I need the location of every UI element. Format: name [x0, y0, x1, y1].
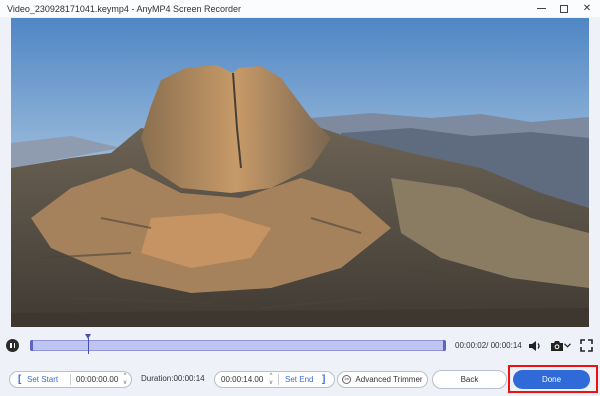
window-title: Video_230928171041.keymp4 - AnyMP4 Scree… — [7, 3, 241, 14]
playhead[interactable] — [85, 334, 92, 354]
app-window: Video_230928171041.keymp4 - AnyMP4 Scree… — [0, 0, 600, 396]
back-button[interactable]: Back — [432, 370, 507, 389]
stepper-down-icon[interactable]: v — [124, 380, 127, 386]
snapshot-button[interactable] — [549, 338, 571, 353]
minimize-icon — [536, 8, 546, 9]
fullscreen-icon — [580, 339, 593, 352]
advanced-trimmer-label: Advanced Trimmer — [355, 375, 423, 384]
close-button[interactable]: ✕ — [576, 0, 598, 17]
end-time-stepper[interactable]: ^ v — [267, 373, 275, 386]
camera-icon — [550, 340, 563, 351]
trim-end-handle[interactable] — [443, 340, 446, 351]
maximize-icon — [560, 4, 568, 13]
duration-label: Duration:00:00:14 — [141, 374, 205, 383]
pause-icon — [10, 343, 12, 348]
trim-end-group: 00:00:14.00 ^ v Set End ] — [214, 371, 335, 388]
advanced-trimmer-button[interactable]: ✂ Advanced Trimmer — [337, 371, 428, 388]
timeline-track[interactable] — [30, 340, 446, 351]
end-time-input[interactable]: 00:00:14.00 — [221, 375, 263, 384]
timecode: 00:00:02/ 00:00:14 — [455, 341, 522, 350]
stepper-down-icon[interactable]: v — [270, 380, 273, 386]
video-frame — [11, 18, 589, 327]
close-icon: ✕ — [582, 3, 592, 14]
volume-icon — [529, 340, 540, 351]
title-bar: Video_230928171041.keymp4 - AnyMP4 Scree… — [0, 0, 600, 17]
stepper-up-icon[interactable]: ^ — [124, 373, 127, 379]
start-time-stepper[interactable]: ^ v — [121, 373, 129, 386]
minimize-button[interactable] — [530, 0, 552, 17]
trim-start-handle[interactable] — [30, 340, 33, 351]
video-preview[interactable] — [11, 18, 589, 327]
trim-start-group: [ Set Start 00:00:00.00 ^ v — [9, 371, 132, 388]
fullscreen-button[interactable] — [579, 338, 594, 353]
chevron-down-icon[interactable] — [563, 343, 571, 348]
stepper-up-icon[interactable]: ^ — [270, 373, 273, 379]
pause-button[interactable] — [6, 339, 19, 352]
bracket-close-icon: ] — [322, 374, 326, 385]
done-button[interactable]: Done — [513, 370, 590, 389]
set-end-button[interactable]: Set End — [285, 373, 313, 386]
maximize-button[interactable] — [553, 0, 575, 17]
trimmer-icon: ✂ — [342, 375, 352, 384]
set-start-button[interactable]: Set Start — [17, 373, 58, 386]
start-time-input[interactable]: 00:00:00.00 — [76, 375, 118, 384]
volume-button[interactable] — [527, 338, 543, 353]
